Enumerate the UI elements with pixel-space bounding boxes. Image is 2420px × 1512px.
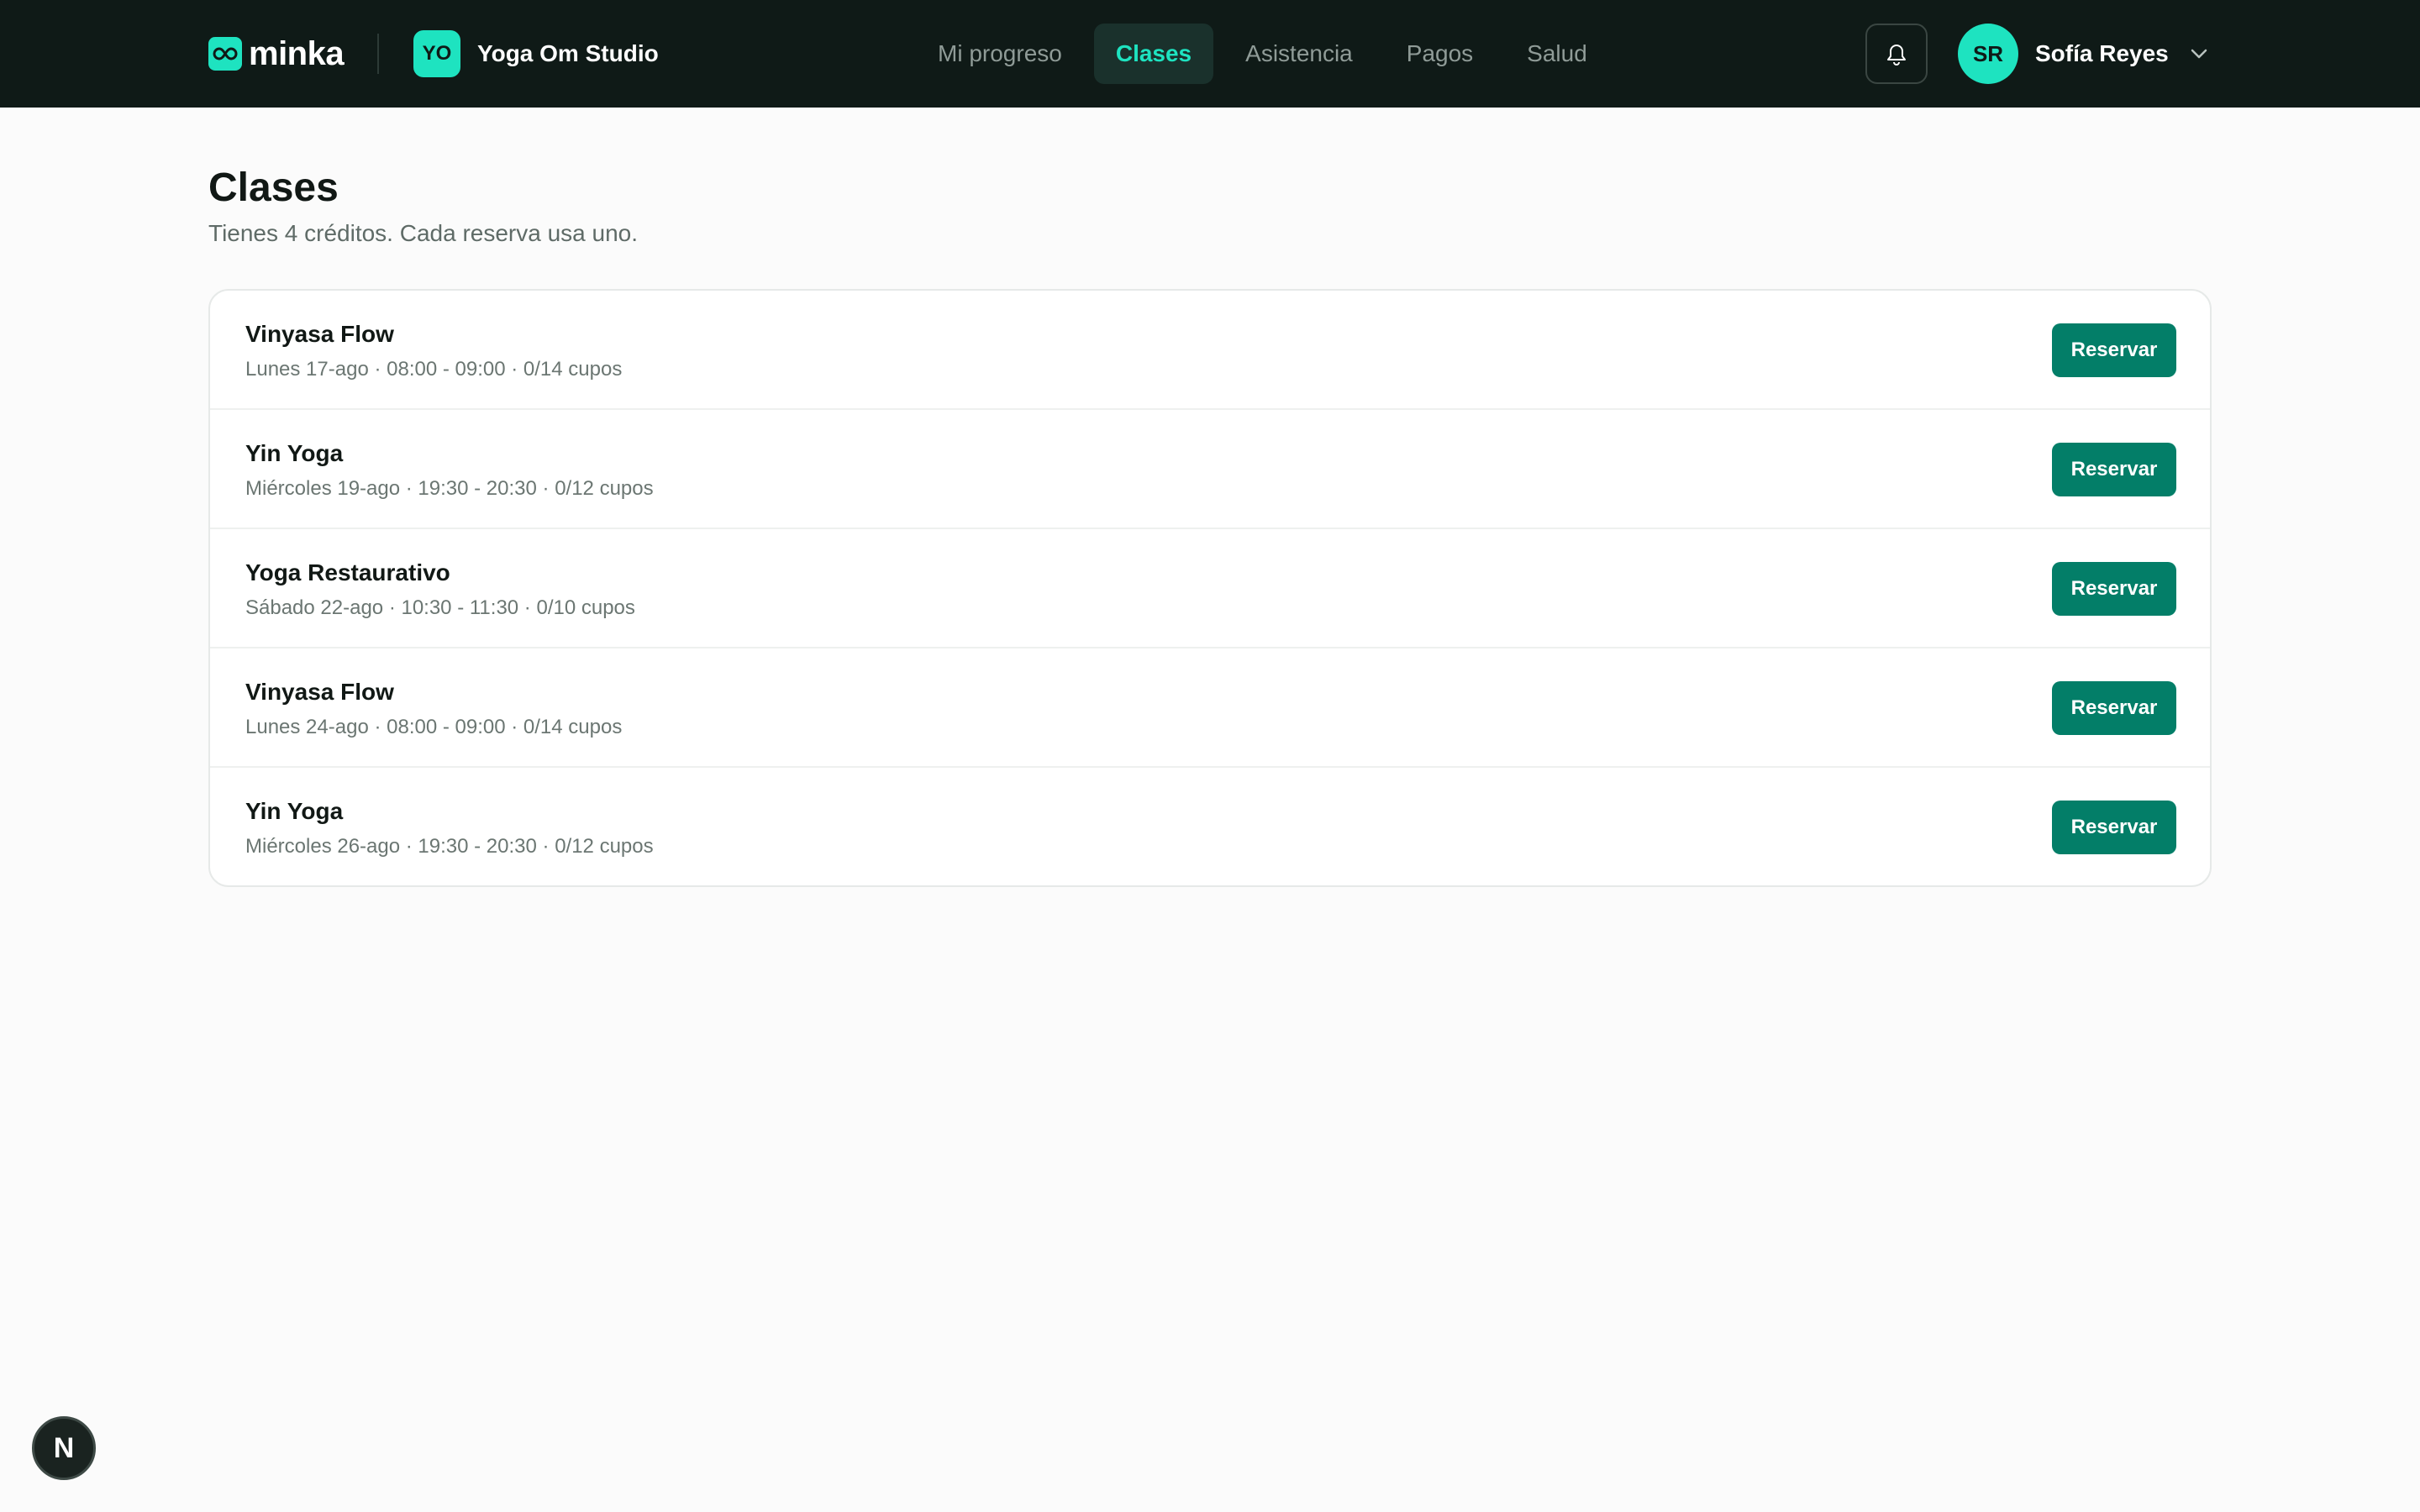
class-details: Lunes 24-ago · 08:00 - 09:00 · 0/14 cupo… [245,716,623,738]
nav-clases[interactable]: Clases [1093,24,1214,84]
studio-name: Yoga Om Studio [477,40,659,66]
brand-logo[interactable]: minka [208,34,345,74]
user-menu[interactable]: SR Sofía Reyes [1958,24,2207,84]
notifications-button[interactable] [1865,24,1928,84]
credits-summary: Tienes 4 créditos. Cada reserva usa uno. [208,220,639,246]
class-row: Yoga Restaurativo Sábado 22-ago · 10:30 … [210,529,2210,648]
class-details: Sábado 22-ago · 10:30 - 11:30 · 0/10 cup… [245,596,635,619]
page-title: Clases [208,165,339,210]
dev-tools-badge[interactable]: N [32,1416,96,1480]
class-details: Miércoles 26-ago · 19:30 - 20:30 · 0/12 … [245,835,654,858]
class-list: Vinyasa Flow Lunes 17-ago · 08:00 - 09:0… [208,289,2212,887]
class-name: Vinyasa Flow [245,679,394,705]
user-name: Sofía Reyes [2035,40,2169,66]
class-details: Miércoles 19-ago · 19:30 - 20:30 · 0/12 … [245,477,654,500]
avatar: SR [1958,24,2018,84]
class-name: Yin Yoga [245,440,344,466]
nav-salud[interactable]: Salud [1505,24,1609,84]
class-row: Yin Yoga Miércoles 26-ago · 19:30 - 20:3… [210,768,2210,885]
class-row: Vinyasa Flow Lunes 17-ago · 08:00 - 09:0… [210,291,2210,410]
brand-name: minka [249,34,345,72]
class-name: Vinyasa Flow [245,321,394,347]
reserve-button[interactable]: Reservar [2052,562,2176,616]
reserve-button[interactable]: Reservar [2052,801,2176,854]
infinity-link-icon [208,37,242,71]
class-details: Lunes 17-ago · 08:00 - 09:00 · 0/14 cupo… [245,358,623,381]
reserve-button[interactable]: Reservar [2052,443,2176,496]
studio-switcher[interactable]: YO Yoga Om Studio [413,30,659,77]
nav-mi-progreso[interactable]: Mi progreso [916,24,1084,84]
class-row: Yin Yoga Miércoles 19-ago · 19:30 - 20:3… [210,410,2210,529]
nav-asistencia[interactable]: Asistencia [1223,24,1375,84]
chevron-down-icon [2191,49,2207,59]
class-name: Yin Yoga [245,798,344,824]
header-divider [377,34,379,74]
top-bar: minka YO Yoga Om Studio Mi progreso Clas… [0,0,2420,108]
reserve-button[interactable]: Reservar [2052,681,2176,735]
studio-badge: YO [413,30,460,77]
bell-icon [1887,45,1906,66]
reserve-button[interactable]: Reservar [2052,323,2176,377]
class-row: Vinyasa Flow Lunes 24-ago · 08:00 - 09:0… [210,648,2210,768]
main-nav: Mi progreso Clases Asistencia Pagos Salu… [916,24,1619,84]
nav-pagos[interactable]: Pagos [1385,24,1495,84]
class-name: Yoga Restaurativo [245,559,450,585]
